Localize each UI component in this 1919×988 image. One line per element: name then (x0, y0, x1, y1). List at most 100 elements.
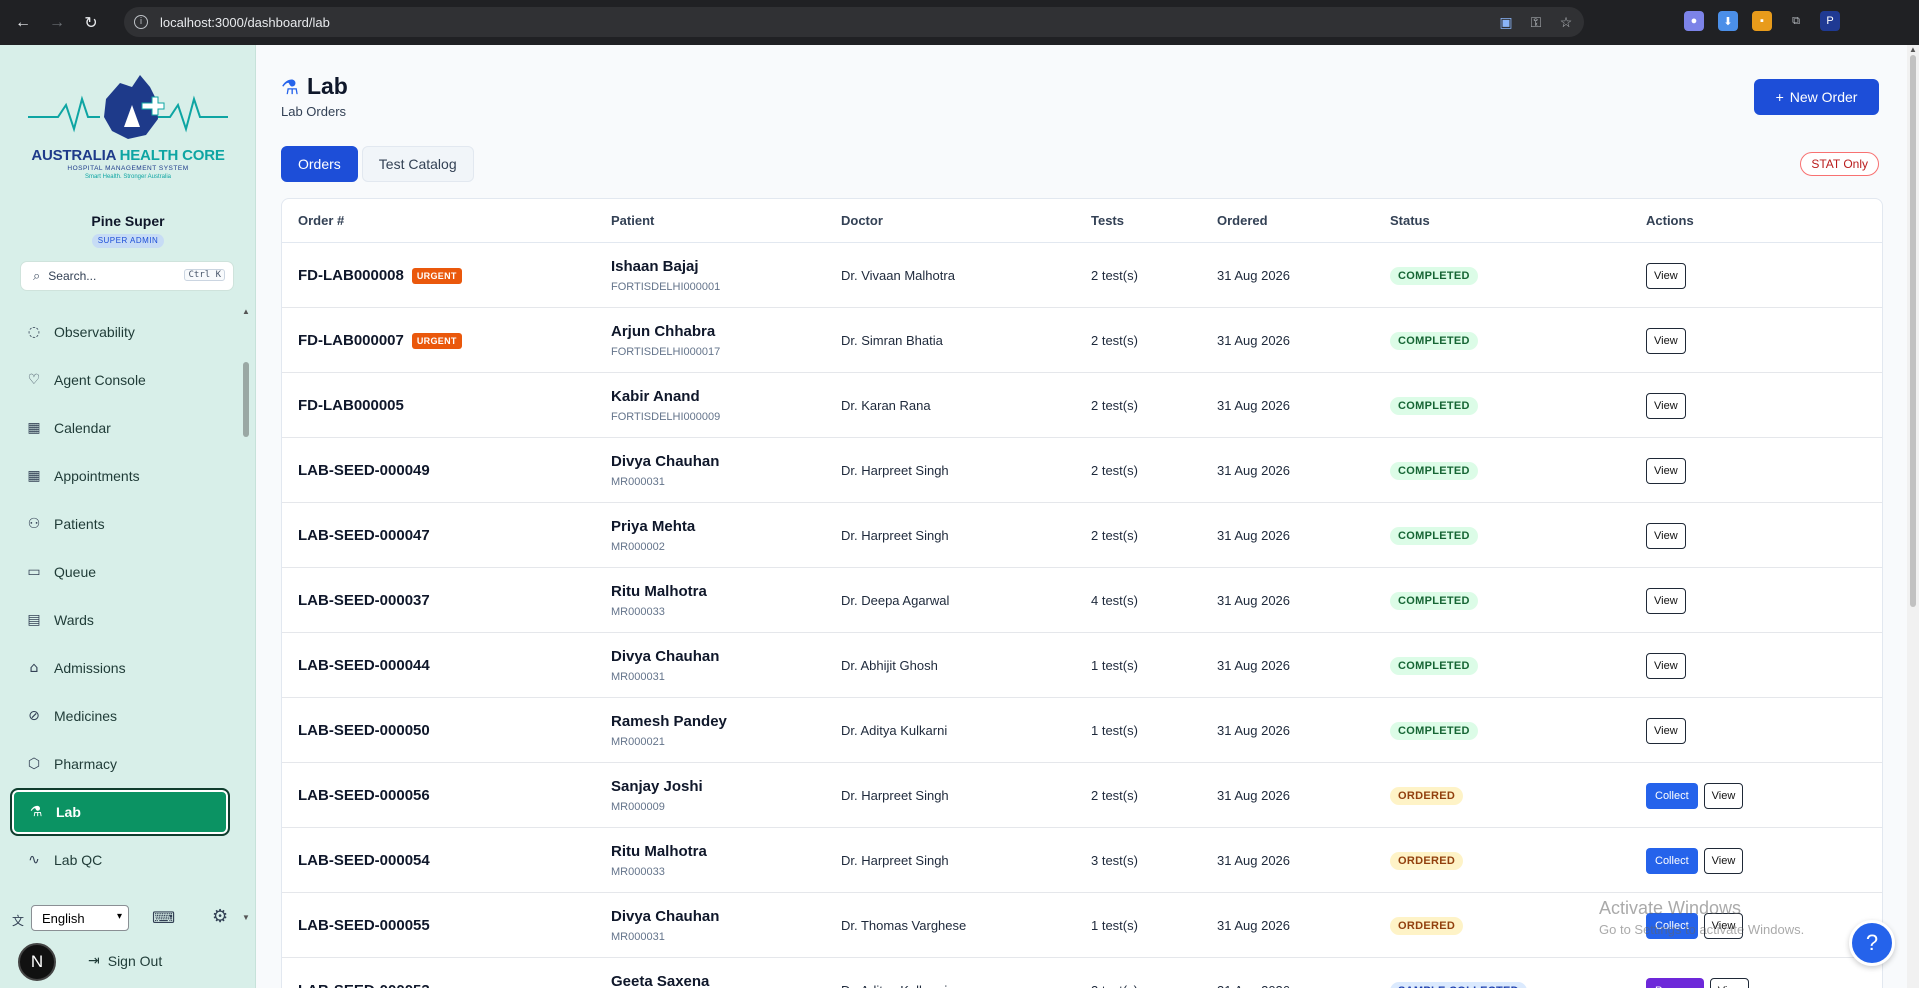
tests-count: 1 test(s) (1091, 658, 1138, 673)
profile-icon[interactable]: P (1820, 11, 1840, 31)
calendar-check-icon: ▦ (27, 468, 41, 484)
status-badge: ORDERED (1390, 787, 1464, 805)
order-id: FD-LAB000005 (298, 397, 404, 414)
view-button[interactable]: View (1646, 588, 1686, 614)
language-select[interactable]: English ▾ (31, 905, 129, 931)
sidebar-item-label: Queue (54, 564, 97, 580)
column-doctor[interactable]: Doctor (841, 213, 883, 228)
table-row: LAB-SEED-000056 Sanjay Joshi MR000009 Dr. H… (282, 763, 1882, 828)
logo-map-icon (28, 75, 228, 139)
view-button[interactable]: View (1646, 653, 1686, 679)
forward-icon[interactable]: → (46, 12, 68, 34)
sidebar-item-agent-console[interactable]: ♡ Agent Console (10, 356, 230, 404)
download-icon[interactable]: ⬇ (1718, 11, 1738, 31)
order-id: FD-LAB000008 URGENT (298, 267, 462, 284)
doctor-name: Dr. Harpreet Singh (841, 463, 949, 478)
sidebar-item-appointments[interactable]: ▦ Appointments (10, 452, 230, 500)
sidebar-item-admissions[interactable]: ⌂ Admissions (10, 644, 230, 692)
install-app-icon[interactable]: ▣ (1496, 12, 1516, 32)
view-button[interactable]: View (1646, 523, 1686, 549)
reload-icon[interactable]: ↻ (80, 12, 102, 34)
table-row: FD-LAB000008 URGENT Ishaan Bajaj FORTISDELH… (282, 243, 1882, 308)
sign-out-button[interactable]: ⇥ Sign Out (88, 952, 162, 969)
order-id-text: FD-LAB000008 (298, 267, 404, 284)
new-order-label: New Order (1789, 89, 1858, 105)
view-button[interactable]: View (1709, 978, 1750, 988)
back-icon[interactable]: ← (12, 12, 34, 34)
patient-name: Geeta Saxena (611, 973, 710, 988)
stat-only-toggle[interactable]: STAT Only (1800, 152, 1879, 176)
patient-name: Sanjay Joshi (611, 778, 703, 795)
column-order[interactable]: Order # (298, 213, 344, 228)
process-button[interactable]: Process (1646, 978, 1704, 988)
row-actions: Collect View (1646, 783, 1744, 809)
sidebar-item-queue[interactable]: ▭ Queue (10, 548, 230, 596)
view-button[interactable]: View (1646, 718, 1686, 744)
lab-orders-table: Order # Patient Doctor Tests Ordered Sta… (281, 198, 1883, 988)
site-info-icon[interactable]: i (134, 15, 148, 29)
key-icon[interactable]: ⚿ (1526, 12, 1546, 32)
table-row: LAB-SEED-000044 Divya Chauhan MR000031 Dr. … (282, 633, 1882, 698)
extension-2-icon[interactable]: ▪ (1752, 11, 1772, 31)
column-status[interactable]: Status (1390, 213, 1430, 228)
order-id-text: LAB-SEED-000053 (298, 982, 430, 988)
view-button[interactable]: View (1703, 783, 1744, 809)
tab-test-catalog[interactable]: Test Catalog (361, 146, 474, 182)
view-button[interactable]: View (1646, 328, 1686, 354)
search-shortcut: Ctrl K (184, 269, 225, 281)
order-id: LAB-SEED-000055 (298, 917, 430, 934)
patient-name: Ritu Malhotra (611, 843, 707, 860)
tab-orders[interactable]: Orders (281, 146, 358, 182)
view-button[interactable]: View (1646, 263, 1686, 289)
tests-count: 2 test(s) (1091, 333, 1138, 348)
view-button[interactable]: View (1646, 393, 1686, 419)
sidebar-scrollbar[interactable]: ▲ ▼ (240, 307, 252, 922)
column-ordered[interactable]: Ordered (1217, 213, 1268, 228)
keyboard-icon[interactable]: ⌨ (152, 908, 175, 928)
tests-count: 1 test(s) (1091, 723, 1138, 738)
patient-id: MR000031 (611, 671, 665, 683)
sidebar-item-medicines[interactable]: ⊘ Medicines (10, 692, 230, 740)
flask-icon: ⚗ (281, 74, 299, 99)
view-button[interactable]: View (1646, 458, 1686, 484)
tests-count: 2 test(s) (1091, 788, 1138, 803)
patient-name: Priya Mehta (611, 518, 696, 535)
patient-name: Divya Chauhan (611, 453, 720, 470)
extensions-puzzle-icon[interactable]: ⧉ (1786, 11, 1806, 31)
table-header: Order # Patient Doctor Tests Ordered Sta… (282, 199, 1882, 243)
sidebar-search-input[interactable]: ⌕ Search... Ctrl K (20, 261, 234, 291)
bookmark-star-icon[interactable]: ☆ (1556, 12, 1576, 32)
sidebar-item-wards[interactable]: ▤ Wards (10, 596, 230, 644)
extension-1-icon[interactable]: ● (1684, 11, 1704, 31)
patient-name: Ramesh Pandey (611, 713, 727, 730)
patient-name: Arjun Chhabra (611, 323, 716, 340)
sidebar-item-lab[interactable]: ⚗ Lab (10, 788, 230, 836)
sidebar-item-patients[interactable]: ⚇ Patients (10, 500, 230, 548)
heart-handshake-icon: ♡ (27, 372, 41, 388)
flask-icon: ⚗ (29, 804, 43, 820)
sidebar-item-pharmacy[interactable]: ⬡ Pharmacy (10, 740, 230, 788)
sidebar-item-label: Lab QC (54, 852, 103, 868)
patient-id: FORTISDELHI000009 (611, 411, 721, 423)
view-button[interactable]: View (1703, 848, 1744, 874)
collect-button[interactable]: Collect (1646, 848, 1698, 874)
page-scrollbar[interactable]: ▲ (1907, 45, 1919, 988)
sidebar-item-calendar[interactable]: ▦ Calendar (10, 404, 230, 452)
patient-name: Ishaan Bajaj (611, 258, 699, 275)
column-tests[interactable]: Tests (1091, 213, 1124, 228)
collect-button[interactable]: Collect (1646, 783, 1698, 809)
gear-icon[interactable]: ⚙ (212, 906, 228, 927)
avatar[interactable]: N (18, 943, 56, 981)
sidebar-item-observability[interactable]: ◌ Observability (10, 308, 230, 356)
sidebar-item-label: Wards (54, 612, 94, 628)
pulse-icon: ∿ (28, 852, 40, 868)
status-badge: COMPLETED (1390, 592, 1478, 610)
status-badge: COMPLETED (1390, 267, 1478, 285)
sidebar-item-lab-qc[interactable]: ∿ Lab QC (10, 836, 230, 884)
address-bar[interactable]: i localhost:3000/dashboard/lab ▣ ⚿ ☆ (124, 7, 1584, 37)
new-order-button[interactable]: + New Order (1754, 79, 1879, 115)
column-patient[interactable]: Patient (611, 213, 654, 228)
table-row: LAB-SEED-000037 Ritu Malhotra MR000033 Dr. … (282, 568, 1882, 633)
help-button[interactable]: ? (1849, 920, 1895, 966)
patient-id: MR000033 (611, 866, 665, 878)
